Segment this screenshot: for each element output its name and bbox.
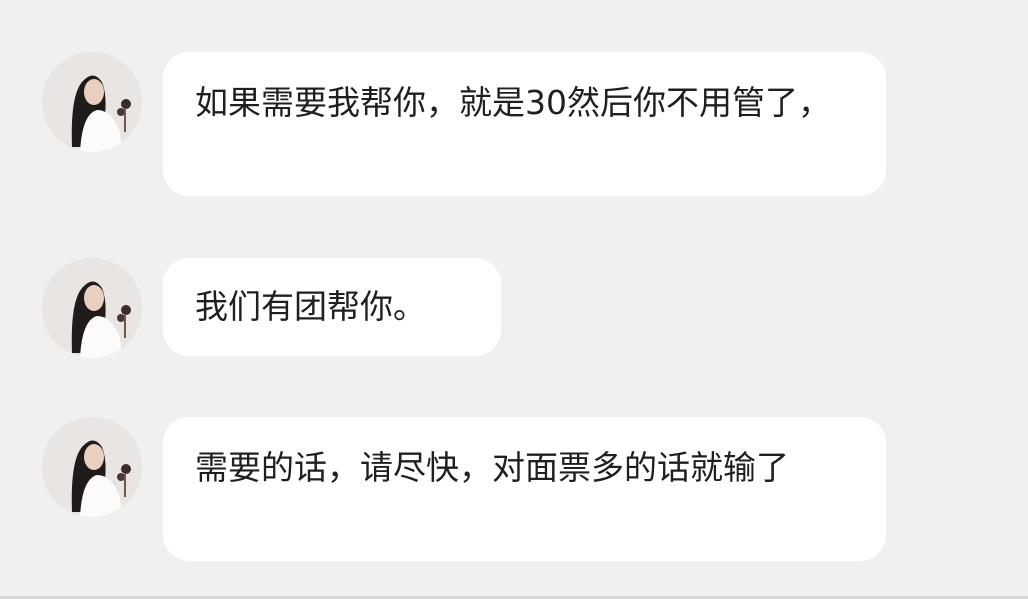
message-row: 需要的话，请尽快，对面票多的话就输了 <box>42 417 886 561</box>
message-row: 我们有团帮你。 <box>42 258 501 358</box>
avatar-image-icon <box>42 417 142 517</box>
avatar-image-icon <box>42 258 142 358</box>
message-bubble[interactable]: 我们有团帮你。 <box>163 258 501 356</box>
message-row: 如果需要我帮你，就是30然后你不用管了， <box>42 52 886 196</box>
avatar[interactable] <box>42 52 142 152</box>
message-bubble[interactable]: 需要的话，请尽快，对面票多的话就输了 <box>163 417 886 561</box>
avatar[interactable] <box>42 258 142 358</box>
avatar-image-icon <box>42 52 142 152</box>
message-bubble[interactable]: 如果需要我帮你，就是30然后你不用管了， <box>163 52 886 196</box>
avatar[interactable] <box>42 417 142 517</box>
